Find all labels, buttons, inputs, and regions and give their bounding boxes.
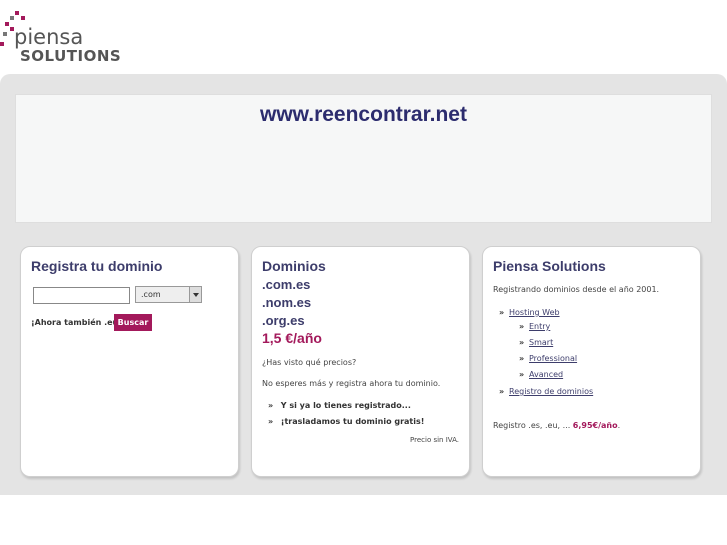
plan-link-entry[interactable]: » Entry bbox=[519, 322, 550, 331]
company-since-text: Registrando dominios desde el año 2001. bbox=[493, 285, 660, 294]
list-item: » Y si ya lo tienes registrado... bbox=[268, 401, 411, 410]
register-cta-text: No esperes más y registra ahora tu domin… bbox=[262, 379, 441, 388]
double-chevron-icon: » bbox=[268, 401, 274, 410]
tld-nom-es: .nom.es bbox=[262, 295, 312, 310]
eu-promo-text: ¡Ahora también .eu! bbox=[31, 318, 122, 327]
double-chevron-icon: » bbox=[268, 417, 274, 426]
hosting-web-label[interactable]: Hosting Web bbox=[509, 308, 560, 317]
domain-registration-link[interactable]: » Registro de dominios bbox=[499, 387, 593, 396]
plan-label[interactable]: Smart bbox=[529, 338, 553, 347]
company-panel: Piensa Solutions Registrando dominios de… bbox=[482, 246, 701, 477]
double-chevron-icon: » bbox=[499, 387, 505, 396]
registration-prefix: Registro .es, .eu, ... bbox=[493, 421, 573, 430]
list-item-text: Y si ya lo tienes registrado... bbox=[280, 401, 411, 410]
tld-com-es: .com.es bbox=[262, 277, 311, 292]
domain-search-input[interactable] bbox=[33, 287, 130, 304]
registration-suffix: . bbox=[617, 421, 621, 430]
price-note: Precio sin IVA. bbox=[410, 436, 459, 444]
domain-title: www.reencontrar.net bbox=[260, 103, 467, 126]
tld-select[interactable]: .com bbox=[135, 286, 202, 303]
logo-word-piensa: piensa bbox=[14, 25, 84, 49]
registration-price: 6,95€/año bbox=[572, 421, 618, 430]
register-domain-panel: Registra tu dominio .com ¡Ahora también … bbox=[20, 246, 239, 477]
double-chevron-icon: » bbox=[519, 370, 525, 379]
plan-label[interactable]: Avanced bbox=[529, 370, 563, 379]
plan-label[interactable]: Entry bbox=[529, 322, 550, 331]
double-chevron-icon: » bbox=[519, 338, 525, 347]
double-chevron-icon: » bbox=[519, 354, 525, 363]
company-heading: Piensa Solutions bbox=[493, 258, 606, 274]
registration-price-line: Registro .es, .eu, ... 6,95€/año. bbox=[493, 421, 620, 430]
list-item-text: ¡trasladamos tu dominio gratis! bbox=[280, 417, 425, 426]
logo-word-solutions: SOLUTIONS bbox=[20, 47, 122, 65]
domains-heading: Dominios bbox=[262, 258, 326, 274]
piensa-solutions-logo[interactable]: piensa SOLUTIONS bbox=[0, 6, 130, 64]
double-chevron-icon: » bbox=[499, 308, 505, 317]
tld-selected-value: .com bbox=[141, 290, 161, 299]
search-button[interactable]: Buscar bbox=[114, 314, 152, 331]
domain-registration-label[interactable]: Registro de dominios bbox=[509, 387, 593, 396]
register-domain-heading: Registra tu dominio bbox=[31, 258, 163, 274]
plan-link-avanced[interactable]: » Avanced bbox=[519, 370, 563, 379]
list-item: » ¡trasladamos tu dominio gratis! bbox=[268, 417, 424, 426]
plan-link-smart[interactable]: » Smart bbox=[519, 338, 553, 347]
tld-org-es: .org.es bbox=[262, 313, 305, 328]
double-chevron-icon: » bbox=[519, 322, 525, 331]
domain-price: 1,5 €/año bbox=[262, 330, 322, 346]
hosting-web-link[interactable]: » Hosting Web bbox=[499, 308, 560, 317]
plan-label[interactable]: Professional bbox=[529, 354, 577, 363]
domains-panel: Dominios .com.es .nom.es .org.es 1,5 €/a… bbox=[251, 246, 470, 477]
chevron-down-icon[interactable] bbox=[189, 287, 201, 302]
price-question: ¿Has visto qué precios? bbox=[262, 358, 357, 367]
plan-link-professional[interactable]: » Professional bbox=[519, 354, 577, 363]
